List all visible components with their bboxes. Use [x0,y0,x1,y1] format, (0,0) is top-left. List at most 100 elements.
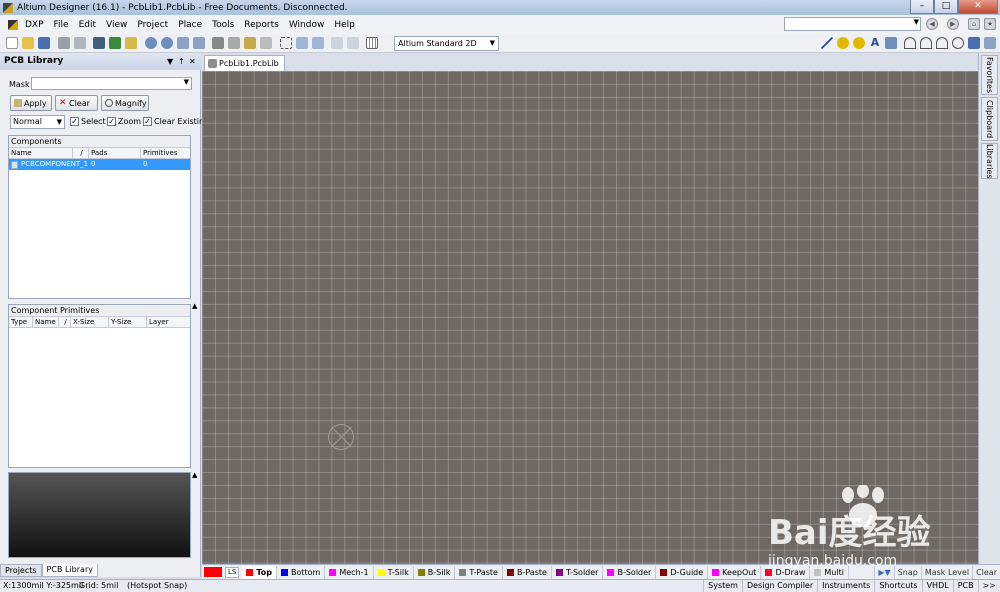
col-layer[interactable]: Layer [147,317,190,327]
arc-center-icon[interactable] [904,37,916,49]
magnify-button[interactable]: Magnify [101,95,149,111]
arc-edge-icon[interactable] [920,37,932,49]
layer-tab-top[interactable]: Top [242,565,277,579]
print-icon[interactable] [58,37,70,49]
layer-tab-t-silk[interactable]: T-Silk [374,565,414,579]
status-design-compiler[interactable]: Design Compiler [741,580,817,592]
layer-tab-b-silk[interactable]: B-Silk [414,565,456,579]
fill-icon[interactable] [968,37,980,49]
place-pad-icon[interactable] [837,37,849,49]
status-pcb[interactable]: PCB [952,580,978,592]
full-circle-icon[interactable] [952,37,964,49]
menu-project[interactable]: Project [132,20,173,30]
menu-help[interactable]: Help [329,20,360,30]
select-checkbox[interactable]: ✓ Select [70,117,106,126]
maximize-button[interactable]: □ [934,0,958,14]
menu-view[interactable]: View [101,20,132,30]
tab-pcb-library[interactable]: PCB Library [41,564,98,577]
collapse-up-icon[interactable]: ▲ [192,302,197,310]
copy-icon[interactable] [228,37,240,49]
tab-libraries[interactable]: Libraries [981,143,998,179]
address-search-input[interactable]: ▼ [784,17,921,31]
menu-edit[interactable]: Edit [74,20,101,30]
layer-tab-mech-1[interactable]: Mech-1 [325,565,374,579]
layer-stack-icon[interactable] [93,37,105,49]
select-area-icon[interactable] [280,37,292,49]
clear-button[interactable]: ✕ Clear [55,95,98,111]
col-primitives[interactable]: Primitives [141,148,190,158]
layer-tab-keepout[interactable]: KeepOut [708,565,762,579]
col-y-size[interactable]: Y-Size [109,317,147,327]
panel-close-icon[interactable]: ✕ [189,53,196,70]
col-x-size[interactable]: X-Size [71,317,109,327]
col-sort-indicator[interactable]: / [59,317,71,327]
move-icon[interactable] [296,37,308,49]
zoom-out-icon[interactable] [161,37,173,49]
layer-set-button[interactable]: LS [225,566,240,578]
current-layer-swatch[interactable] [204,567,222,577]
status-more[interactable]: >> [977,580,1000,592]
status-instruments[interactable]: Instruments [817,580,874,592]
rubber-stamp-icon[interactable] [260,37,272,49]
layer-tab-b-solder[interactable]: B-Solder [603,565,657,579]
new-document-icon[interactable] [6,37,18,49]
apply-button[interactable]: Apply [10,95,52,111]
close-button[interactable]: ✕ [958,0,998,14]
menu-file[interactable]: File [49,20,74,30]
view-mode-select[interactable]: Altium Standard 2D ▼ [394,36,499,51]
col-type[interactable]: Type [9,317,33,327]
status-system[interactable]: System [703,580,742,592]
tab-favorites[interactable]: Favorites [981,55,998,95]
layer-tab-b-paste[interactable]: B-Paste [503,565,552,579]
pin-icon[interactable]: ↑ [178,53,185,70]
layer-tab-bottom[interactable]: Bottom [277,565,326,579]
menu-place[interactable]: Place [173,20,207,30]
menu-dxp[interactable]: DXP [20,20,49,30]
layer-tab-t-paste[interactable]: T-Paste [455,565,503,579]
print-preview-icon[interactable] [74,37,86,49]
filter-mode-select[interactable]: Normal ▼ [10,115,65,129]
col-prim-name[interactable]: Name [33,317,59,327]
chevron-down-icon[interactable]: ▼ [57,116,62,128]
col-pads[interactable]: Pads [89,148,141,158]
col-name[interactable]: Name [9,148,73,158]
panel-menu-icon[interactable]: ▼ [167,53,173,70]
grid-icon[interactable] [366,37,378,49]
status-vhdl[interactable]: VHDL [921,580,953,592]
chevron-down-icon[interactable]: ▼ [184,78,189,86]
document-tab[interactable]: PcbLib1.PcbLib [204,55,285,71]
save-icon[interactable] [38,37,50,49]
menu-reports[interactable]: Reports [239,20,284,30]
place-string-icon[interactable]: A [869,37,881,49]
paste-icon[interactable] [244,37,256,49]
menu-window[interactable]: Window [284,20,330,30]
status-shortcuts[interactable]: Shortcuts [874,580,921,592]
altium-app-icon[interactable] [3,2,13,13]
home-icon[interactable]: ⌂ [968,18,980,30]
array-paste-icon[interactable] [984,37,996,49]
layer-tab-t-solder[interactable]: T-Solder [552,565,604,579]
menu-tools[interactable]: Tools [207,20,239,30]
collapse-up-icon[interactable]: ▲ [192,471,197,479]
forward-icon[interactable]: ▶ [947,18,959,30]
pcb-board-icon[interactable] [109,37,121,49]
open-project-icon[interactable] [125,37,137,49]
layer-tab-d-guide[interactable]: D-Guide [656,565,709,579]
place-via-icon[interactable] [853,37,865,49]
zoom-fit-icon[interactable] [177,37,189,49]
deselect-icon[interactable] [312,37,324,49]
component-row[interactable]: PCBCOMPONENT_1 0 0 [9,159,190,170]
tab-projects[interactable]: Projects [0,564,42,577]
back-icon[interactable]: ◀ [926,18,938,30]
undo-icon[interactable] [331,37,343,49]
col-sort-indicator[interactable]: / [73,148,89,158]
open-folder-icon[interactable] [22,37,34,49]
tab-clipboard[interactable]: Clipboard [981,97,998,141]
zoom-area-icon[interactable] [193,37,205,49]
chevron-down-icon[interactable]: ▼ [914,18,919,26]
set-origin-icon[interactable] [885,37,897,49]
chevron-down-icon[interactable]: ▼ [490,37,495,50]
clear-existing-checkbox[interactable]: ✓ Clear Existing [143,117,209,126]
favorites-icon[interactable]: ★ [984,18,996,30]
arc-any-icon[interactable] [936,37,948,49]
